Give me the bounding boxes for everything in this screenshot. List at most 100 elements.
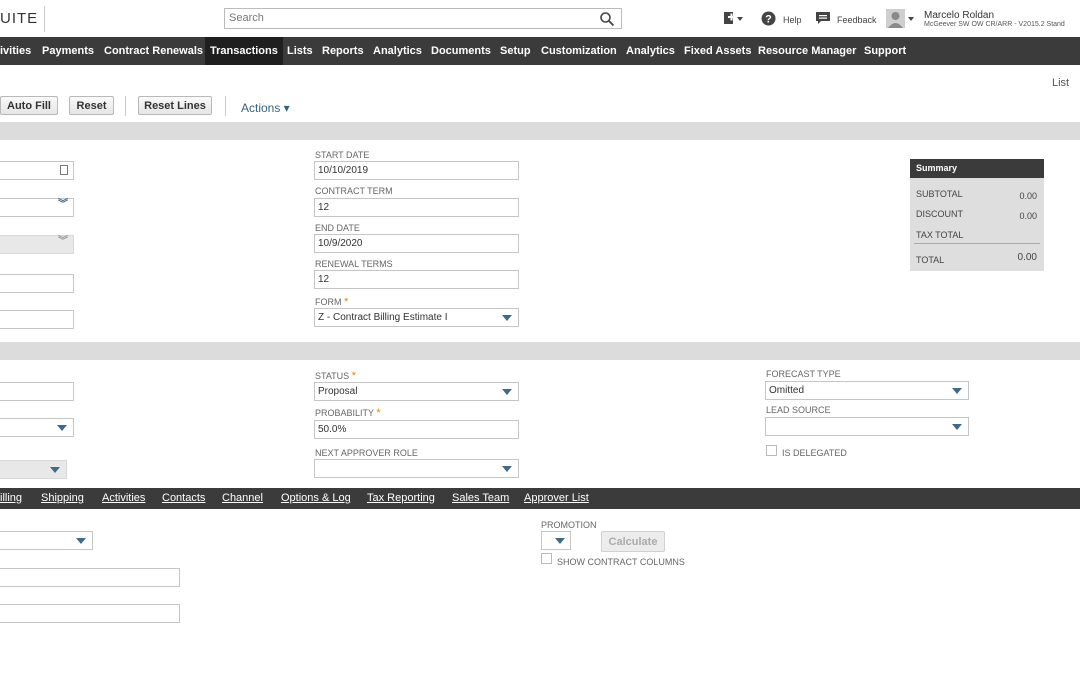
tab-options-log[interactable]: Options & Log bbox=[281, 488, 351, 509]
date-field[interactable] bbox=[0, 274, 74, 293]
transaction-number-field[interactable] bbox=[0, 161, 74, 180]
search-icon[interactable] bbox=[599, 11, 615, 27]
probability-label: PROBABILITY * bbox=[315, 407, 381, 419]
reset-button[interactable]: Reset bbox=[69, 96, 114, 115]
nav-item-contract-renewals[interactable]: Contract Renewals bbox=[104, 37, 203, 65]
is-delegated-label: IS DELEGATED bbox=[782, 448, 847, 458]
end-date-field[interactable]: 10/9/2020 bbox=[314, 234, 519, 253]
text-field[interactable] bbox=[0, 568, 180, 587]
main-nav: ivities Payments Contract Renewals Trans… bbox=[0, 37, 1080, 65]
chevron-down-icon bbox=[952, 424, 962, 430]
feedback-icon[interactable] bbox=[815, 11, 831, 26]
list-link[interactable]: List bbox=[1052, 77, 1069, 89]
customer-select[interactable]: ︾ bbox=[0, 198, 74, 217]
forecast-type-value: Omitted bbox=[769, 385, 805, 396]
subtotal-label: SUBTOTAL bbox=[916, 189, 963, 199]
end-date-label: END DATE bbox=[315, 223, 360, 233]
summary-title: Summary bbox=[910, 159, 1044, 178]
nav-item-fixed-assets[interactable]: Fixed Assets bbox=[684, 37, 751, 65]
subtotal-value: 0.00 bbox=[1019, 191, 1037, 201]
tax-total-label: TAX TOTAL bbox=[916, 230, 964, 240]
status-select[interactable]: Proposal bbox=[314, 382, 519, 401]
user-account-role[interactable]: McGeever SW OW CR/ARR - V2015.2 Stand bbox=[924, 21, 1065, 28]
text-field[interactable] bbox=[0, 382, 74, 401]
double-chevron-icon: ︾ bbox=[58, 236, 68, 247]
renewal-terms-field[interactable]: 12 bbox=[314, 270, 519, 289]
tab-sales-team[interactable]: Sales Team bbox=[452, 488, 509, 509]
nav-item-documents[interactable]: Documents bbox=[431, 37, 491, 65]
required-marker: * bbox=[351, 370, 356, 382]
lead-source-label: LEAD SOURCE bbox=[766, 405, 831, 415]
app-logo[interactable]: UITE bbox=[0, 10, 38, 27]
probability-field[interactable]: 50.0% bbox=[314, 420, 519, 439]
start-date-field[interactable]: 10/10/2019 bbox=[314, 161, 519, 180]
form-select[interactable]: Z - Contract Billing Estimate I bbox=[314, 308, 519, 327]
primary-info-bar bbox=[0, 122, 1080, 140]
svg-text:?: ? bbox=[765, 14, 772, 26]
show-contract-columns-checkbox[interactable] bbox=[541, 553, 552, 564]
text-field[interactable] bbox=[0, 604, 180, 623]
chevron-down-icon bbox=[952, 388, 962, 394]
promotion-select[interactable] bbox=[541, 531, 571, 550]
user-avatar-icon[interactable] bbox=[886, 9, 916, 28]
nav-item-payments[interactable]: Payments bbox=[42, 37, 94, 65]
tab-billing[interactable]: illing bbox=[0, 488, 22, 509]
tab-contacts[interactable]: Contacts bbox=[162, 488, 205, 509]
tab-activities[interactable]: Activities bbox=[102, 488, 145, 509]
tab-channel[interactable]: Channel bbox=[222, 488, 263, 509]
disabled-select bbox=[0, 460, 67, 479]
nav-item-resource-manager[interactable]: Resource Manager bbox=[758, 37, 856, 65]
lead-source-select[interactable] bbox=[765, 417, 969, 436]
chevron-down-icon bbox=[502, 389, 512, 395]
next-approver-select[interactable] bbox=[314, 459, 519, 478]
nav-item-customization[interactable]: Customization bbox=[541, 37, 617, 65]
contract-term-label: CONTRACT TERM bbox=[315, 186, 393, 196]
form-select-value: Z - Contract Billing Estimate I bbox=[318, 312, 448, 323]
is-delegated-checkbox[interactable] bbox=[766, 445, 777, 456]
summary-panel: Summary SUBTOTAL 0.00 DISCOUNT 0.00 TAX … bbox=[910, 159, 1044, 271]
global-search[interactable]: Search bbox=[224, 8, 622, 29]
auto-fill-button[interactable]: Auto Fill bbox=[0, 96, 58, 115]
status-label: STATUS * bbox=[315, 370, 356, 382]
feedback-link[interactable]: Feedback bbox=[837, 15, 877, 25]
dropdown-select[interactable] bbox=[0, 418, 74, 437]
tab-tax-reporting[interactable]: Tax Reporting bbox=[367, 488, 435, 509]
status-label-text: STATUS bbox=[315, 371, 350, 381]
tab-shipping[interactable]: Shipping bbox=[41, 488, 84, 509]
user-name[interactable]: Marcelo Roldan bbox=[924, 10, 994, 21]
header-divider bbox=[44, 6, 45, 32]
promotion-label: PROMOTION bbox=[541, 520, 597, 530]
help-link[interactable]: Help bbox=[783, 15, 802, 25]
nav-item-transactions[interactable]: Transactions bbox=[205, 37, 283, 65]
nav-item-support[interactable]: Support bbox=[864, 37, 906, 65]
nav-item-reports[interactable]: Reports bbox=[322, 37, 364, 65]
nav-item-lists[interactable]: Lists bbox=[287, 37, 313, 65]
tab-approver-list[interactable]: Approver List bbox=[524, 488, 589, 509]
actions-menu[interactable]: Actions ▾ bbox=[241, 101, 290, 115]
forecast-type-select[interactable]: Omitted bbox=[765, 381, 969, 400]
toolbar-divider bbox=[225, 96, 226, 116]
contract-term-field[interactable]: 12 bbox=[314, 198, 519, 217]
renewal-terms-label: RENEWAL TERMS bbox=[315, 259, 393, 269]
chevron-down-icon bbox=[76, 538, 86, 544]
total-label: TOTAL bbox=[916, 255, 945, 265]
dropdown-select[interactable] bbox=[0, 531, 93, 550]
create-new-icon[interactable] bbox=[722, 11, 744, 26]
calculate-button[interactable]: Calculate bbox=[601, 531, 665, 552]
next-approver-label: NEXT APPROVER ROLE bbox=[315, 448, 418, 458]
total-value: 0.00 bbox=[1017, 252, 1037, 263]
reset-lines-button[interactable]: Reset Lines bbox=[138, 96, 212, 115]
text-field[interactable] bbox=[0, 310, 74, 329]
nav-item-analytics[interactable]: Analytics bbox=[373, 37, 422, 65]
search-input[interactable]: Search bbox=[229, 12, 264, 24]
nav-item-activities[interactable]: ivities bbox=[0, 37, 31, 65]
chevron-down-icon bbox=[57, 425, 67, 431]
start-date-label: START DATE bbox=[315, 150, 370, 160]
nav-item-analytics-2[interactable]: Analytics bbox=[626, 37, 675, 65]
help-icon[interactable]: ? bbox=[761, 11, 776, 26]
disabled-select: ︾ bbox=[0, 235, 74, 254]
required-marker: * bbox=[376, 407, 381, 419]
status-select-value: Proposal bbox=[318, 386, 358, 397]
nav-item-setup[interactable]: Setup bbox=[500, 37, 531, 65]
classification-bar bbox=[0, 342, 1080, 360]
